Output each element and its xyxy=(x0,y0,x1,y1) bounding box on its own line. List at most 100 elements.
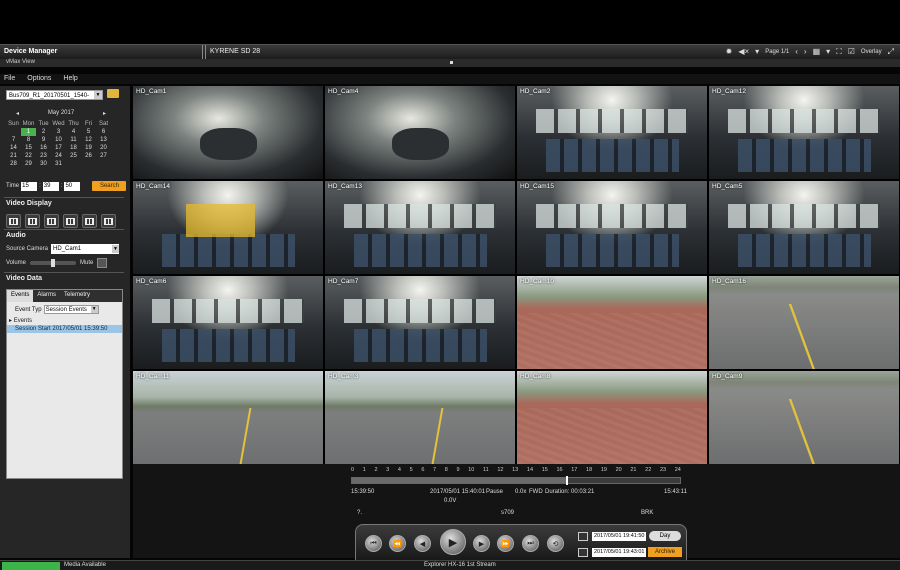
camera-tile[interactable]: HD_Cam8 xyxy=(517,371,707,464)
hour-field[interactable]: 15 xyxy=(21,181,38,191)
calendar-day[interactable]: 15 xyxy=(21,144,36,152)
timeline-track[interactable] xyxy=(351,476,681,485)
source-camera-select[interactable]: HD_Cam1 ▼ xyxy=(51,244,120,254)
calendar-day[interactable]: 31 xyxy=(51,160,66,168)
camera-tile[interactable]: HD_Cam12 xyxy=(709,86,899,179)
layout-12-button[interactable] xyxy=(82,214,97,228)
calendar-day[interactable]: 10 xyxy=(51,136,66,144)
next-page-icon[interactable]: › xyxy=(804,47,807,57)
calendar-day[interactable]: 20 xyxy=(96,144,111,152)
chevron-down-icon[interactable]: ▾ xyxy=(755,47,759,57)
calendar-day[interactable]: 13 xyxy=(96,136,111,144)
calendar-day[interactable]: 17 xyxy=(51,144,66,152)
folder-icon[interactable] xyxy=(107,89,119,98)
camera-tile[interactable]: HD_Cam3 xyxy=(325,371,515,464)
calendar-day[interactable]: 22 xyxy=(21,152,36,160)
layout-9-button[interactable] xyxy=(63,214,78,228)
calendar-day[interactable]: 3 xyxy=(51,128,66,136)
calendar-day[interactable]: 1 xyxy=(21,128,36,136)
tab-telemetry[interactable]: Telemetry xyxy=(60,290,94,302)
calendar-day[interactable]: 28 xyxy=(6,160,21,168)
calendar-day[interactable]: 26 xyxy=(81,152,96,160)
calendar-day[interactable]: 9 xyxy=(36,136,51,144)
expand-icon[interactable]: ⤢ xyxy=(888,47,894,57)
calendar-day[interactable]: 7 xyxy=(6,136,21,144)
camera-tile[interactable]: HD_Cam5 xyxy=(709,181,899,274)
skip-start-button[interactable]: ⏮ xyxy=(365,535,382,552)
layout-6-button[interactable] xyxy=(44,214,59,228)
camera-tile[interactable]: HD_Cam13 xyxy=(325,181,515,274)
calendar-day[interactable]: 24 xyxy=(51,152,66,160)
tab-alarms[interactable]: Alarms xyxy=(33,290,60,302)
archive-button[interactable]: Archive xyxy=(648,547,682,557)
calendar-day[interactable]: 29 xyxy=(21,160,36,168)
speaker-icon[interactable]: ◀× xyxy=(738,47,749,57)
fullscreen-icon[interactable]: ⛶ xyxy=(836,47,842,57)
menu-file[interactable]: File xyxy=(4,74,15,84)
end-datetime-field[interactable]: 2017/05/01 19:43:01 xyxy=(592,548,646,557)
menu-help[interactable]: Help xyxy=(63,74,77,84)
calendar-day[interactable]: 19 xyxy=(81,144,96,152)
event-type-select[interactable]: Session Events ▼ xyxy=(43,305,99,314)
step-forward-button[interactable]: ▶ xyxy=(473,535,490,552)
chevron-down-icon[interactable]: ▼ xyxy=(94,91,102,99)
search-button[interactable]: Search xyxy=(92,181,127,191)
play-button[interactable]: ▶ xyxy=(440,529,466,555)
skip-end-button[interactable]: ⏭ xyxy=(522,535,539,552)
camera-tile[interactable]: HD_Cam4 xyxy=(325,86,515,179)
calendar-day[interactable]: 8 xyxy=(21,136,36,144)
volume-thumb[interactable] xyxy=(50,259,55,267)
layout-16-button[interactable] xyxy=(101,214,116,228)
camera-tile[interactable]: HD_Cam11 xyxy=(133,371,323,464)
calendar-day[interactable]: 14 xyxy=(6,144,21,152)
calendar-day[interactable]: 11 xyxy=(66,136,81,144)
calendar-day[interactable]: 16 xyxy=(36,144,51,152)
collapse-icon[interactable]: ▸ xyxy=(9,318,12,324)
brightness-icon[interactable]: ✹ xyxy=(726,47,733,57)
calendar-day[interactable]: 5 xyxy=(81,128,96,136)
events-tree-node[interactable]: ▸ Events xyxy=(9,317,122,324)
calendar-end-icon[interactable] xyxy=(578,548,588,557)
second-field[interactable]: 50 xyxy=(64,181,81,191)
grid-layout-icon[interactable]: ▦ xyxy=(813,47,821,57)
rewind-button[interactable]: ⏪ xyxy=(389,535,406,552)
camera-tile[interactable]: HD_Cam16 xyxy=(709,276,899,369)
calendar-day[interactable]: 12 xyxy=(81,136,96,144)
minute-field[interactable]: 39 xyxy=(42,181,59,191)
calendar-day[interactable]: 23 xyxy=(36,152,51,160)
calendar-day[interactable]: 2 xyxy=(36,128,51,136)
export-button[interactable]: ⟲ xyxy=(547,535,564,552)
next-month-icon[interactable]: ▸ xyxy=(103,110,106,117)
camera-tile[interactable]: HD_Cam6 xyxy=(133,276,323,369)
file-select[interactable]: Bus709_R1_20170501_1540- ▼ xyxy=(6,90,103,100)
camera-tile[interactable]: HD_Cam14 xyxy=(133,181,323,274)
calendar-day[interactable]: 6 xyxy=(96,128,111,136)
event-list-item[interactable]: Session Start 2017/05/01 15:39:50 xyxy=(7,325,122,333)
splitter-handle[interactable] xyxy=(450,61,453,64)
camera-tile[interactable]: HD_Cam7 xyxy=(325,276,515,369)
calendar-day[interactable]: 25 xyxy=(66,152,81,160)
prev-page-icon[interactable]: ‹ xyxy=(795,47,798,57)
chevron-down-icon[interactable]: ▼ xyxy=(112,245,120,253)
calendar-day[interactable]: 4 xyxy=(66,128,81,136)
mute-toggle[interactable] xyxy=(97,258,108,268)
prev-month-icon[interactable]: ◂ xyxy=(16,110,19,117)
timeline-cursor[interactable] xyxy=(565,476,568,485)
layout-4-button[interactable] xyxy=(25,214,40,228)
camera-tile[interactable]: HD_Cam10 xyxy=(517,276,707,369)
overlay-checkbox[interactable]: ☑ xyxy=(848,47,855,57)
device-manager-title[interactable]: Device Manager xyxy=(4,48,57,55)
fast-forward-button[interactable]: ⏩ xyxy=(497,535,514,552)
calendar-start-icon[interactable] xyxy=(578,532,588,541)
camera-tile[interactable]: HD_Cam9 xyxy=(709,371,899,464)
layout-1-button[interactable] xyxy=(6,214,21,228)
volume-slider[interactable] xyxy=(30,259,77,267)
calendar-day[interactable]: 18 xyxy=(66,144,81,152)
camera-tile[interactable]: HD_Cam15 xyxy=(517,181,707,274)
calendar-day[interactable]: 27 xyxy=(96,152,111,160)
menu-options[interactable]: Options xyxy=(27,74,51,84)
panel-divider[interactable] xyxy=(202,45,206,60)
chevron-down-icon[interactable]: ▾ xyxy=(826,47,830,57)
camera-tile[interactable]: HD_Cam1 xyxy=(133,86,323,179)
tab-events[interactable]: Events xyxy=(7,290,34,302)
